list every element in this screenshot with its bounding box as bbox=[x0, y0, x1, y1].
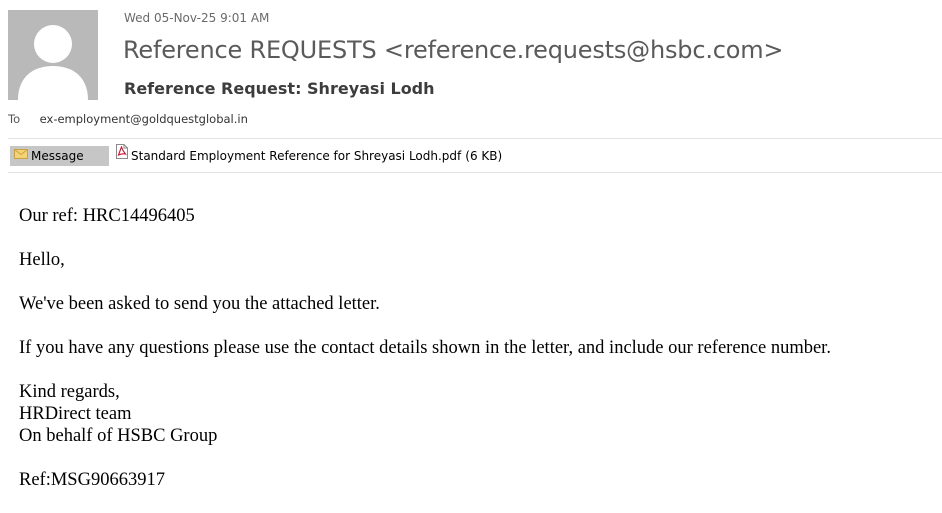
recipient-address[interactable]: ex-employment@goldquestglobal.in bbox=[40, 112, 248, 126]
message-tab[interactable]: Message bbox=[10, 146, 109, 166]
pdf-file-icon bbox=[116, 144, 128, 165]
message-tab-label: Message bbox=[31, 149, 84, 163]
header-divider bbox=[8, 138, 942, 139]
email-body: Our ref: HRC14496405 Hello, We've been a… bbox=[19, 205, 934, 513]
body-paragraph-1: We've been asked to send you the attache… bbox=[19, 294, 380, 314]
signature-block: Kind regards, HRDirect team On behalf of… bbox=[19, 381, 934, 447]
attachment-filename: Standard Employment Reference for Shreya… bbox=[131, 149, 462, 163]
attachment-divider bbox=[8, 172, 942, 173]
sender-avatar bbox=[8, 10, 98, 100]
team-name: HRDirect team bbox=[19, 404, 132, 424]
on-behalf-line: On behalf of HSBC Group bbox=[19, 426, 218, 446]
attachment-item[interactable]: Standard Employment Reference for Shreya… bbox=[116, 144, 503, 166]
our-reference: Our ref: HRC14496405 bbox=[19, 206, 195, 226]
person-silhouette-icon bbox=[18, 25, 88, 100]
recipient-row: To ex-employment@goldquestglobal.in bbox=[8, 112, 248, 126]
greeting: Hello, bbox=[19, 250, 65, 270]
envelope-icon bbox=[14, 145, 28, 165]
sender-name[interactable]: Reference REQUESTS <reference.requests@h… bbox=[123, 36, 784, 64]
closing-line: Kind regards, bbox=[19, 382, 120, 402]
email-subject: Reference Request: Shreyasi Lodh bbox=[124, 79, 435, 98]
sent-date: Wed 05-Nov-25 9:01 AM bbox=[124, 11, 270, 25]
attachment-size: (6 KB) bbox=[465, 149, 503, 163]
body-paragraph-2: If you have any questions please use the… bbox=[19, 338, 831, 358]
message-reference: Ref:MSG90663917 bbox=[19, 470, 165, 490]
to-label: To bbox=[8, 112, 21, 126]
